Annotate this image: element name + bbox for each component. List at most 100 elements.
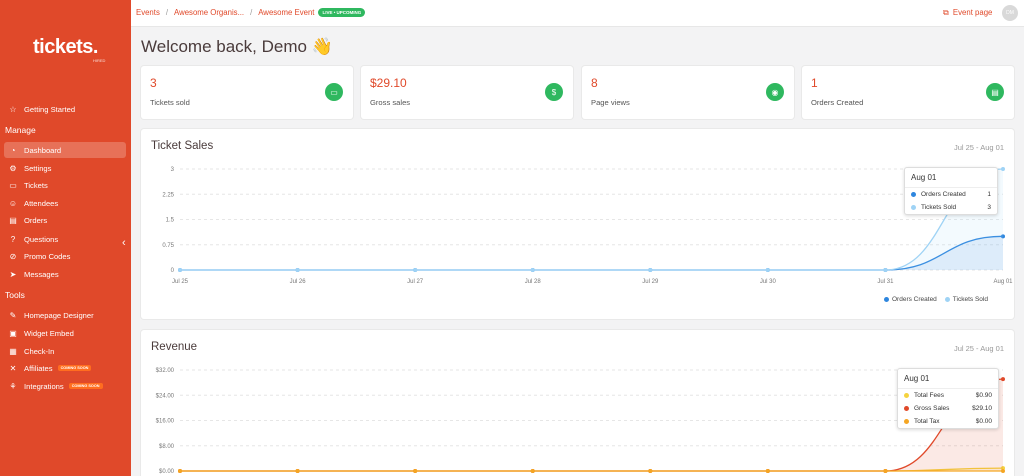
coming-soon-badge: COMING SOON: [57, 365, 92, 371]
stat-label: Orders Created: [811, 98, 864, 107]
sidebar-item-getting-started[interactable]: ☆ Getting Started: [4, 101, 126, 117]
data-point: [883, 469, 888, 473]
eye-icon: ◉: [766, 83, 784, 101]
logo[interactable]: tickets.: [33, 36, 98, 59]
x-tick-label: Jul 28: [525, 279, 542, 285]
embed-icon: ▣: [9, 328, 17, 338]
promo-icon: ⊘: [9, 251, 17, 261]
y-tick-label: $8.00: [159, 444, 175, 450]
avatar[interactable]: DM: [1002, 5, 1018, 21]
breadcrumb-organizer[interactable]: Awesome Organis...: [174, 8, 244, 17]
event-page-link[interactable]: ⧉ Event page: [943, 8, 992, 18]
y-tick-label: $24.00: [156, 393, 175, 399]
ticket-sales-panel: Ticket Sales Jul 25 - Aug 01 0 0.75 1.5 2.2…: [141, 129, 1014, 319]
sidebar-item-label: Check-In: [24, 346, 55, 356]
external-link-icon: ⧉: [943, 8, 949, 17]
stat-value: $29.10: [370, 76, 407, 90]
y-tick-label: $0.00: [159, 469, 175, 475]
chart-tooltip: Aug 01 Orders Created 1 Tickets Sold 3: [904, 167, 998, 215]
data-point: [883, 268, 888, 272]
x-tick-label: Jul 25: [172, 279, 189, 285]
tooltip-title: Aug 01: [905, 168, 997, 188]
legend-item-orders[interactable]: Orders Created: [884, 296, 937, 303]
sidebar-item-affiliates[interactable]: ✕ Affiliates COMING SOON: [4, 360, 126, 376]
ticket-icon: ▭: [325, 83, 343, 101]
receipt-icon: ▤: [986, 83, 1004, 101]
data-point: [648, 268, 653, 272]
sidebar-item-attendees[interactable]: ☺ Attendees: [4, 195, 126, 211]
revenue-chart: $0.00 $8.00 $16.00 $24.00 $32.00: [156, 368, 1005, 475]
breadcrumb-separator: /: [165, 8, 169, 17]
chart-legend: Orders Created Tickets Sold: [884, 296, 988, 303]
sidebar-item-questions[interactable]: ? Questions: [4, 231, 126, 247]
data-point: [648, 469, 653, 473]
x-tick-label: Jul 26: [290, 279, 307, 285]
qr-icon: ▦: [9, 346, 17, 356]
x-tick-label: Jul 31: [877, 279, 894, 285]
cash-icon: $: [545, 83, 563, 101]
orders-icon: ▤: [9, 215, 17, 225]
series-line: [179, 168, 1004, 271]
coming-soon-badge: COMING SOON: [68, 383, 103, 389]
sidebar-item-label: Orders: [24, 215, 48, 225]
data-point: [295, 469, 300, 473]
sidebar-item-homepage-designer[interactable]: ✎ Homepage Designer: [4, 307, 126, 323]
tooltip-row: Gross Sales $29.10: [898, 402, 998, 415]
sidebar-item-tickets[interactable]: ▭ Tickets: [4, 177, 126, 193]
integrations-icon: ⚘: [9, 381, 17, 391]
stat-value: 1: [811, 76, 818, 90]
sidebar-item-messages[interactable]: ➤ Messages: [4, 266, 126, 282]
sidebar-item-label: Messages: [24, 269, 59, 279]
y-tick-label: 2.25: [162, 192, 174, 198]
tooltip-title: Aug 01: [898, 369, 998, 389]
data-point: [413, 268, 418, 272]
x-tick-label: Jul 30: [760, 279, 777, 285]
sidebar-item-label: Affiliates: [24, 363, 53, 373]
dashboard-icon: ◔: [10, 145, 16, 155]
sidebar-item-label: Integrations: [24, 381, 64, 391]
page-title: Welcome back, Demo 👋: [141, 37, 333, 56]
x-tick-label: Jul 29: [642, 279, 659, 285]
sidebar-item-widget-embed[interactable]: ▣ Widget Embed: [4, 325, 126, 341]
sidebar: tickets. HIRED ☆ Getting Started Manage …: [0, 0, 131, 476]
sidebar-item-settings[interactable]: ⚙ Settings: [4, 160, 126, 176]
data-point: [530, 268, 535, 272]
topbar: Events / Awesome Organis... / Awesome Ev…: [131, 0, 1024, 27]
breadcrumb-separator: /: [250, 8, 253, 17]
data-point: [295, 268, 300, 272]
y-tick-label: 3: [171, 167, 175, 173]
ticket-sales-chart: 0 0.75 1.5 2.25 3 Jul 25 Jul 26 Jul 27 Jul 28 Jul…: [162, 167, 1013, 285]
sidebar-item-label: Getting Started: [24, 104, 76, 114]
data-point: [1001, 377, 1005, 382]
sidebar-item-label: Attendees: [24, 198, 59, 208]
data-point: [178, 469, 182, 473]
collapse-sidebar-icon[interactable]: ‹: [122, 237, 126, 249]
sidebar-item-integrations[interactable]: ⚘ Integrations COMING SOON: [4, 378, 126, 394]
x-tick-label: Jul 27: [407, 279, 424, 285]
legend-item-tickets[interactable]: Tickets Sold: [944, 296, 988, 303]
sidebar-item-label: Tickets: [24, 180, 48, 190]
breadcrumb-events[interactable]: Events: [136, 8, 160, 17]
section-tools: Tools: [5, 290, 25, 300]
settings-icon: ⚙: [9, 163, 17, 173]
tooltip-row: Orders Created 1: [905, 188, 997, 201]
stat-card-gross-sales: $29.10 Gross sales $: [361, 66, 573, 119]
data-point: [765, 469, 770, 473]
breadcrumb-event[interactable]: Awesome Event: [258, 8, 314, 17]
tooltip-row: Total Fees $0.90: [898, 389, 998, 402]
sidebar-item-check-in[interactable]: ▦ Check-In: [4, 343, 126, 359]
question-icon: ?: [10, 234, 16, 244]
data-point: [530, 469, 535, 473]
data-point: [178, 268, 182, 272]
sidebar-item-dashboard[interactable]: ◔ Dashboard: [4, 142, 126, 158]
series-line: [179, 235, 1004, 271]
brush-icon: ✎: [9, 310, 17, 320]
users-icon: ☺: [8, 198, 18, 208]
sidebar-item-label: Widget Embed: [24, 328, 74, 338]
ticket-icon: ▭: [9, 180, 17, 190]
data-point: [413, 469, 418, 473]
sidebar-item-promo-codes[interactable]: ⊘ Promo Codes: [4, 248, 126, 264]
y-tick-label: 0: [171, 268, 175, 274]
sidebar-item-orders[interactable]: ▤ Orders: [4, 212, 126, 228]
affiliates-icon: ✕: [9, 363, 17, 373]
